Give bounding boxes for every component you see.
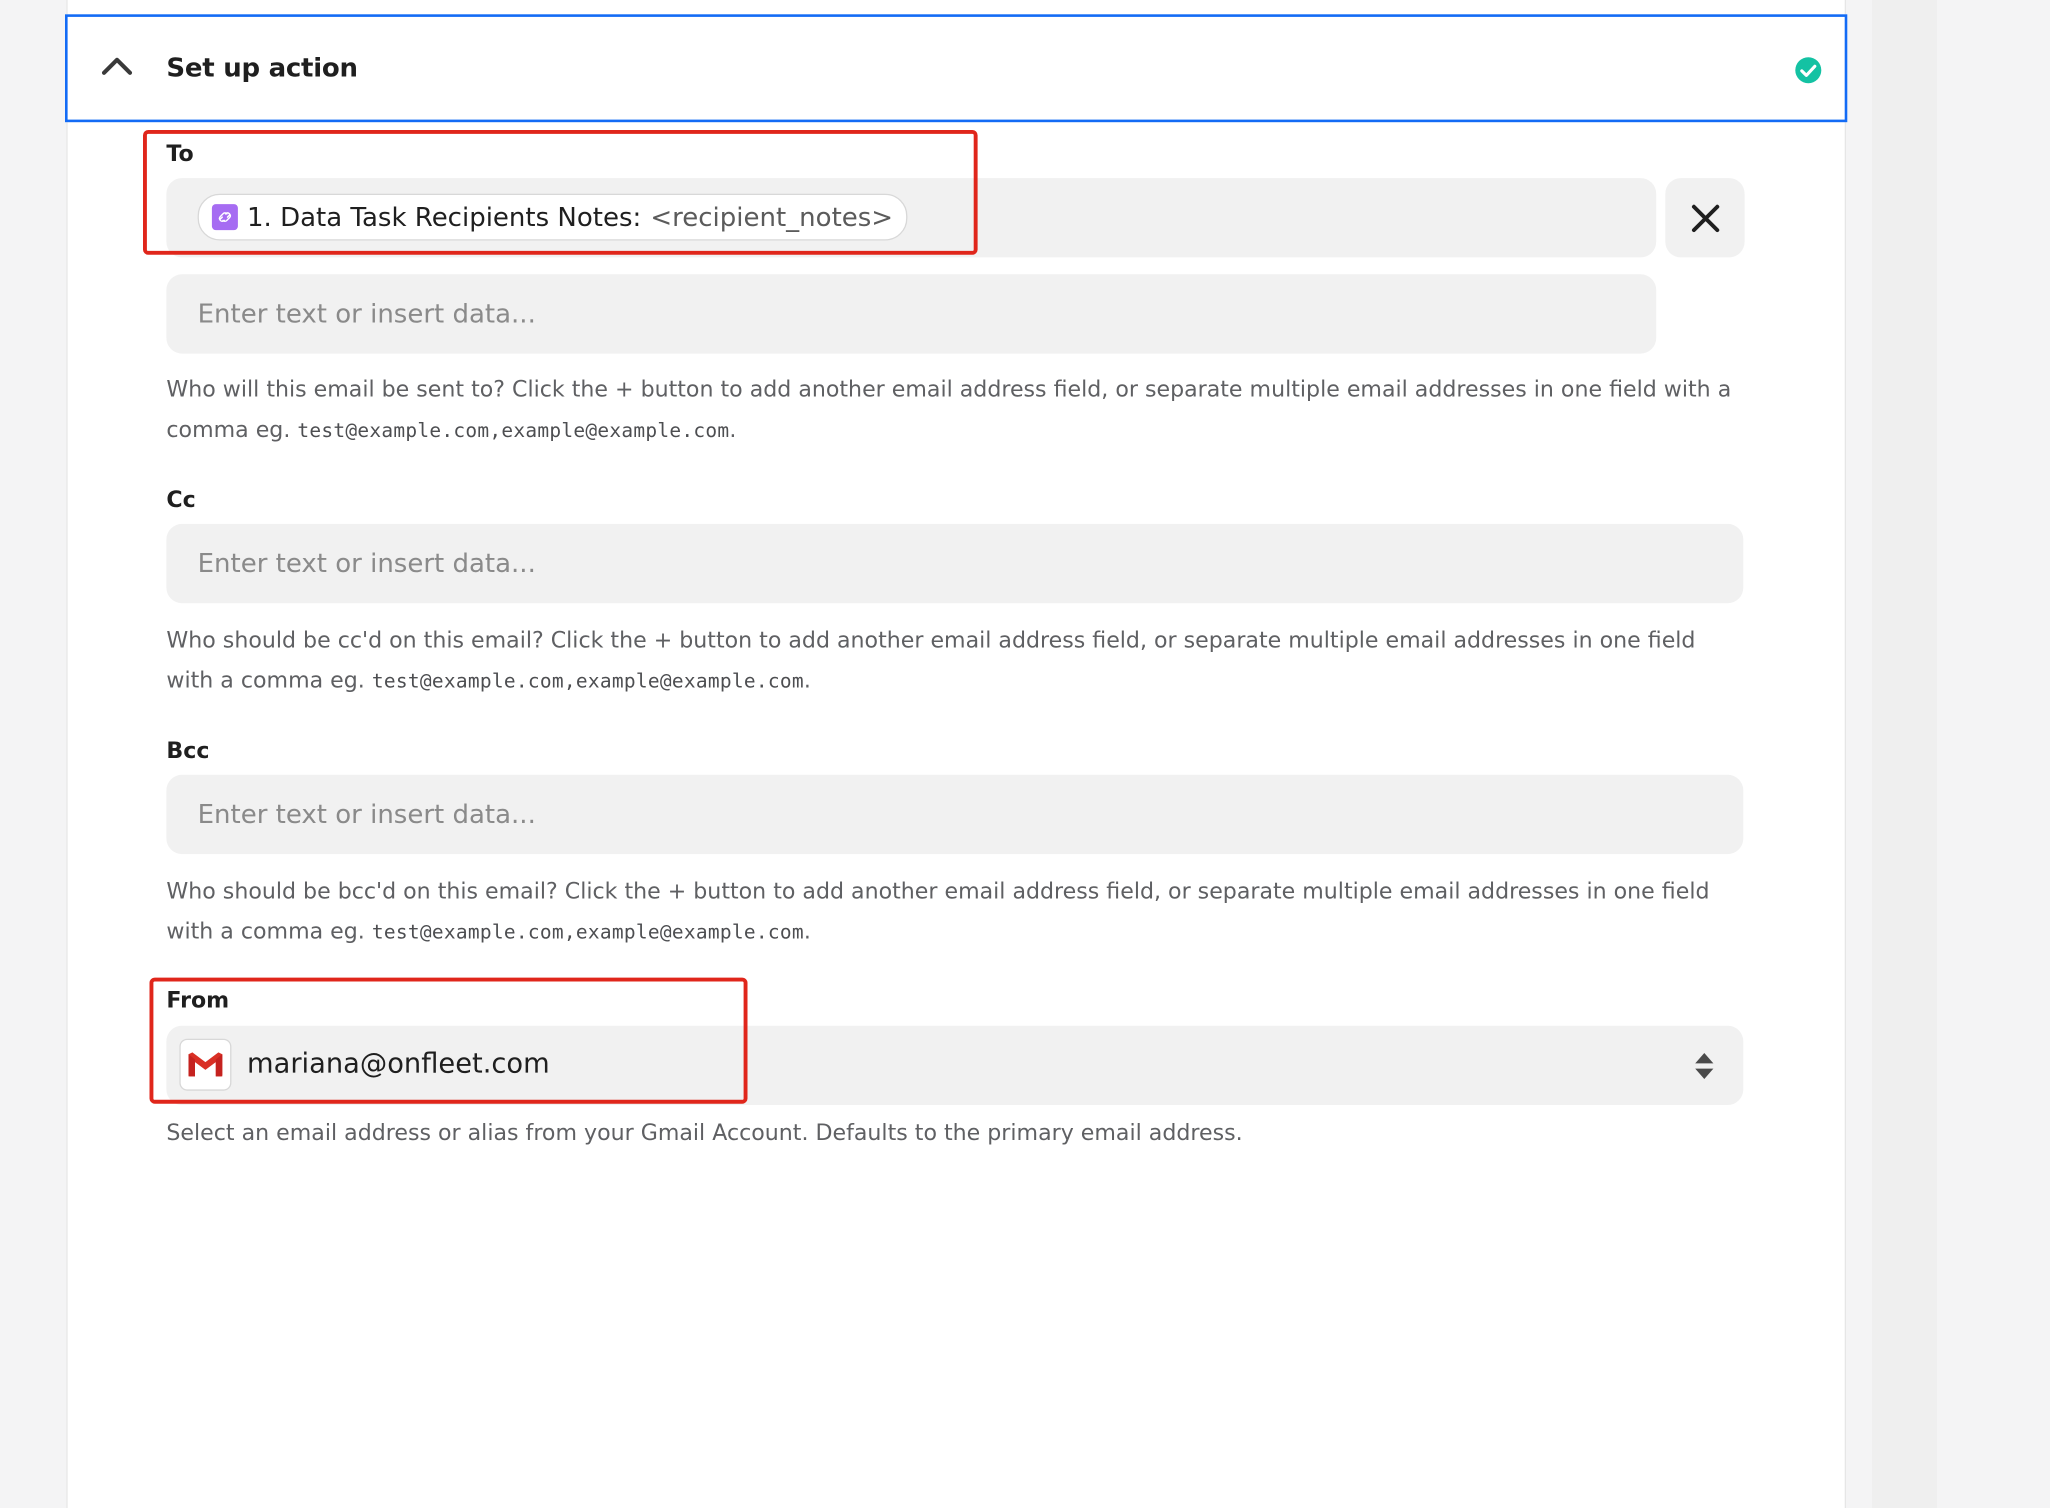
- check-circle-icon: [1795, 57, 1822, 84]
- chevron-up-icon[interactable]: [100, 52, 134, 78]
- page: Set up action To 1. Data Task Recipients…: [0, 0, 2050, 1508]
- bcc-placeholder: Enter text or insert data...: [197, 798, 536, 830]
- from-value: mariana@onfleet.com: [246, 1047, 550, 1079]
- from-help-text: Select an email address or alias from yo…: [166, 1120, 1243, 1147]
- pill-value: <recipient_notes>: [650, 201, 894, 233]
- data-pill[interactable]: 1. Data Task Recipients Notes: <recipien…: [197, 193, 908, 241]
- bcc-help-end: .: [803, 919, 811, 946]
- cc-label: Cc: [166, 487, 196, 514]
- from-select[interactable]: mariana@onfleet.com: [166, 1025, 1744, 1105]
- bcc-field[interactable]: Enter text or insert data...: [166, 774, 1744, 855]
- cc-field[interactable]: Enter text or insert data...: [166, 523, 1744, 604]
- to-field[interactable]: 1. Data Task Recipients Notes: <recipien…: [166, 178, 1657, 258]
- to-extra-placeholder: Enter text or insert data...: [197, 297, 536, 329]
- to-extra-field[interactable]: Enter text or insert data...: [166, 274, 1657, 354]
- remove-field-button[interactable]: [1665, 178, 1745, 258]
- bcc-label: Bcc: [166, 738, 210, 765]
- cc-help-text: Who should be cc'd on this email? Click …: [166, 621, 1739, 702]
- to-help-end: .: [729, 417, 737, 444]
- to-help-example: test@example.com,example@example.com: [297, 418, 730, 442]
- gmail-icon: [179, 1038, 232, 1091]
- from-label: From: [166, 987, 230, 1014]
- data-link-icon: [211, 204, 238, 231]
- to-label: To: [166, 141, 194, 168]
- step-title: Set up action: [166, 52, 358, 84]
- to-help-text: Who will this email be sent to? Click th…: [166, 371, 1739, 452]
- step-header[interactable]: Set up action: [65, 14, 1848, 123]
- cc-help-example: test@example.com,example@example.com: [371, 669, 804, 693]
- right-gutter: [1871, 0, 1937, 1508]
- close-icon: [1691, 204, 1719, 232]
- cc-help-end: .: [803, 668, 811, 695]
- bcc-help-example: test@example.com,example@example.com: [371, 920, 804, 944]
- bcc-help-text: Who should be bcc'd on this email? Click…: [166, 872, 1739, 953]
- cc-placeholder: Enter text or insert data...: [197, 547, 536, 579]
- sort-arrows-icon: [1695, 1053, 1714, 1079]
- pill-title: 1. Data Task Recipients Notes:: [246, 201, 642, 233]
